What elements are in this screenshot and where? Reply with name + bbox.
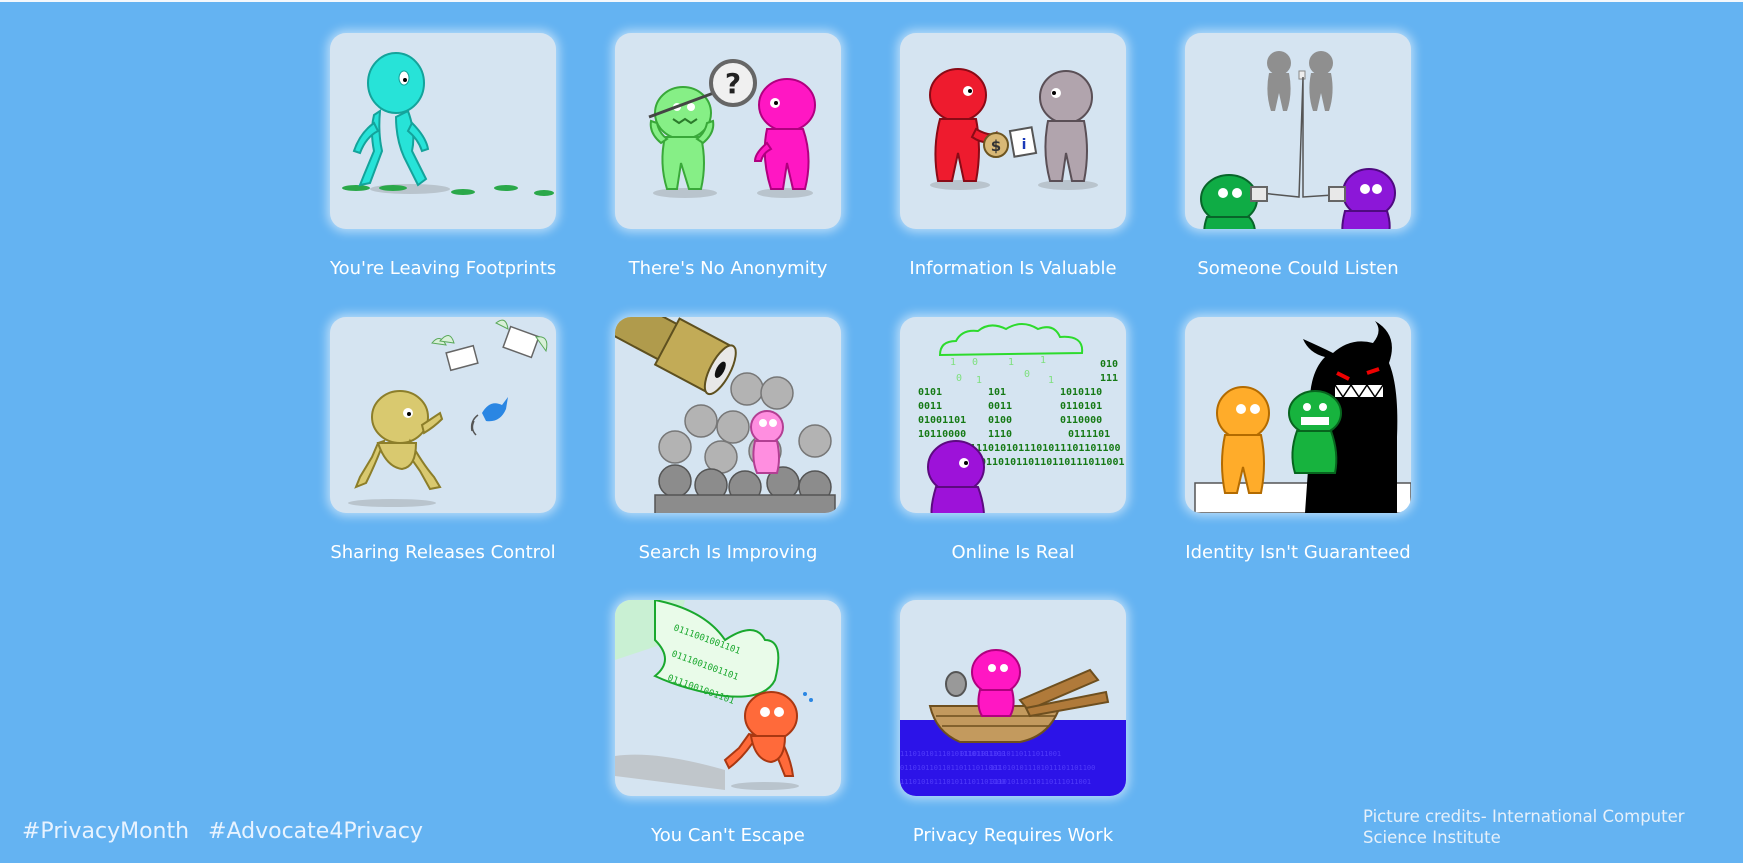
hashtag-advocate4privacy[interactable]: #Advocate4Privacy bbox=[208, 819, 423, 844]
svg-text:1110101011101011101101100: 1110101011101011101101100 bbox=[990, 764, 1095, 772]
svg-text:011010110110110111011001: 011010110110110111011001 bbox=[980, 457, 1125, 468]
tile-sharing[interactable]: Sharing Releases Control bbox=[330, 317, 556, 563]
svg-text:$: $ bbox=[991, 137, 1001, 155]
svg-text:0110000: 0110000 bbox=[1060, 415, 1102, 426]
binary-hand-illustration-icon: 0111001001101 0111001001101 011100100110… bbox=[615, 600, 841, 796]
svg-text:1010110: 1010110 bbox=[1060, 387, 1102, 398]
svg-text:10110000: 10110000 bbox=[918, 429, 966, 440]
svg-text:0011: 0011 bbox=[918, 401, 942, 412]
illustration-grid: You're Leaving Footprints ? There's No A… bbox=[0, 0, 1743, 863]
svg-text:0011: 0011 bbox=[988, 401, 1012, 412]
tile-caption: You Can't Escape bbox=[651, 825, 805, 846]
tile-caption: Search Is Improving bbox=[638, 542, 818, 563]
tile-search[interactable]: Search Is Improving bbox=[615, 317, 841, 563]
telescope-crowd-illustration-icon bbox=[615, 317, 841, 513]
svg-text:1: 1 bbox=[950, 357, 956, 368]
rowing-boat-illustration-icon: 1110101011101011101101100 01101011011011… bbox=[900, 600, 1126, 796]
svg-text:1: 1 bbox=[1008, 357, 1014, 368]
binary-rain-illustration-icon: 010 111 0101 0011 01001101 10110000 1010… bbox=[900, 317, 1126, 513]
hashtag-privacy-month[interactable]: #PrivacyMonth bbox=[22, 819, 189, 844]
tile-work[interactable]: 1110101011101011101101100 01101011011011… bbox=[900, 600, 1126, 846]
tile-listen[interactable]: Someone Could Listen bbox=[1185, 33, 1411, 279]
money-exchange-illustration-icon: $ i bbox=[900, 33, 1126, 229]
svg-text:1: 1 bbox=[1048, 375, 1054, 386]
svg-text:1110101011101011101101100: 1110101011101011101101100 bbox=[970, 443, 1121, 454]
hashtags: #PrivacyMonth #Advocate4Privacy bbox=[22, 819, 435, 844]
shadow-monster-illustration-icon bbox=[1185, 317, 1411, 513]
svg-text:011010110110110111011001: 011010110110110111011001 bbox=[960, 750, 1061, 758]
tile-caption: Sharing Releases Control bbox=[330, 542, 556, 563]
svg-text:0100: 0100 bbox=[988, 415, 1012, 426]
svg-text:0: 0 bbox=[1024, 369, 1030, 380]
tile-caption: Privacy Requires Work bbox=[912, 825, 1114, 846]
svg-text:0101: 0101 bbox=[918, 387, 942, 398]
tin-can-phone-illustration-icon bbox=[1185, 33, 1411, 229]
svg-text:111: 111 bbox=[1100, 373, 1118, 384]
svg-text:0: 0 bbox=[956, 373, 962, 384]
tile-caption: Identity Isn't Guaranteed bbox=[1185, 542, 1411, 563]
svg-text:i: i bbox=[1022, 137, 1027, 153]
svg-text:1: 1 bbox=[1040, 355, 1046, 366]
tile-caption: Online Is Real bbox=[951, 542, 1075, 563]
tile-footprints[interactable]: You're Leaving Footprints bbox=[330, 33, 556, 279]
svg-text:011010110110110111011001: 011010110110110111011001 bbox=[990, 778, 1091, 786]
tile-caption: You're Leaving Footprints bbox=[330, 258, 557, 279]
tile-caption: Someone Could Listen bbox=[1197, 258, 1399, 279]
svg-text:010: 010 bbox=[1100, 359, 1118, 370]
svg-text:1110: 1110 bbox=[988, 429, 1012, 440]
tile-information[interactable]: $ i Information Is Valuable bbox=[900, 33, 1126, 279]
svg-text:0: 0 bbox=[972, 357, 978, 368]
svg-text:01001101: 01001101 bbox=[918, 415, 966, 426]
svg-text:1: 1 bbox=[976, 375, 982, 386]
svg-text:101: 101 bbox=[988, 387, 1006, 398]
flying-messages-illustration-icon bbox=[330, 317, 556, 513]
tile-caption: There's No Anonymity bbox=[628, 258, 828, 279]
svg-text:0111101: 0111101 bbox=[1068, 429, 1110, 440]
svg-text:?: ? bbox=[725, 67, 741, 100]
tile-escape[interactable]: 0111001001101 0111001001101 011100100110… bbox=[615, 600, 841, 846]
magnifying-glass-illustration-icon: ? bbox=[615, 33, 841, 229]
tile-caption: Information Is Valuable bbox=[909, 258, 1117, 279]
picture-credits: Picture credits- International Computer … bbox=[1363, 807, 1685, 847]
svg-text:0110101: 0110101 bbox=[1060, 401, 1102, 412]
tile-identity[interactable]: Identity Isn't Guaranteed bbox=[1185, 317, 1411, 563]
tile-online[interactable]: 010 111 0101 0011 01001101 10110000 1010… bbox=[900, 317, 1126, 563]
tile-anonymity[interactable]: ? There's No Anonymity bbox=[615, 33, 841, 279]
footprints-illustration-icon bbox=[330, 33, 556, 229]
svg-text:011010110110110111011001: 011010110110110111011001 bbox=[900, 764, 1001, 772]
